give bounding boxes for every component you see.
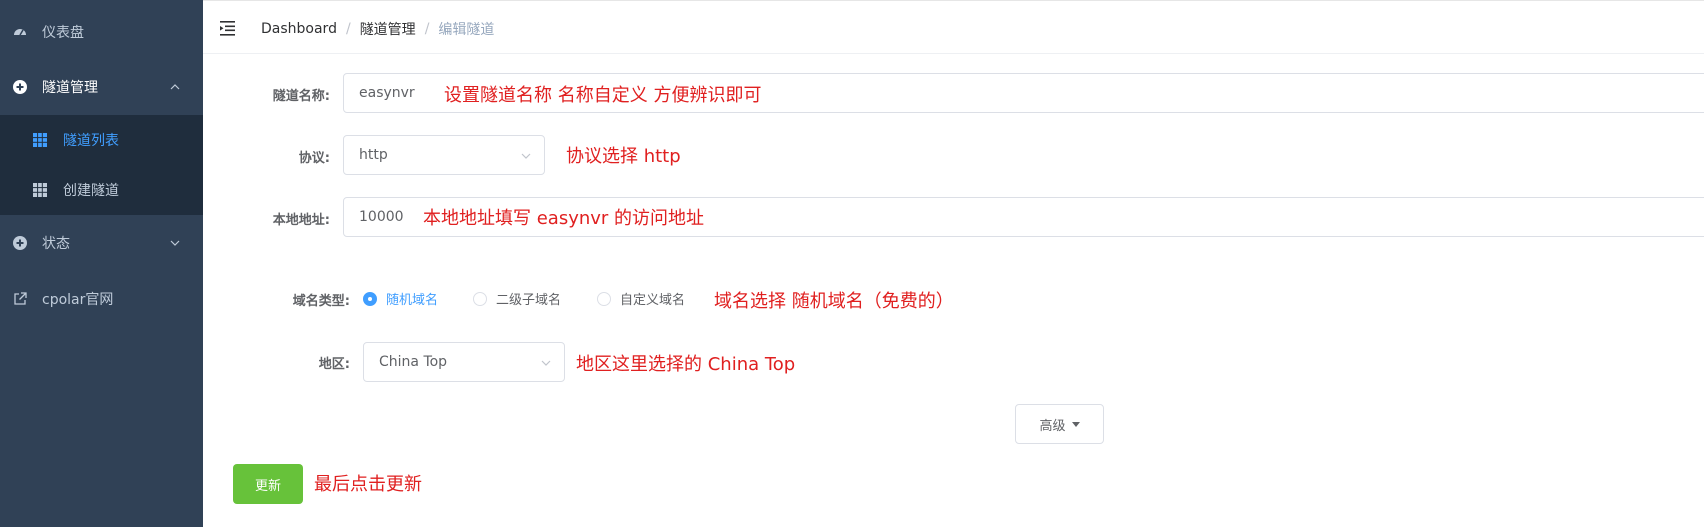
sidebar-item-status[interactable]: 状态 [0, 215, 203, 271]
radio-random-domain[interactable]: 随机域名 [363, 289, 438, 308]
domain-type-label: 域名类型: [292, 294, 350, 309]
sidebar-item-cpolar-website[interactable]: cpolar官网 [0, 271, 203, 327]
radio-label: 二级子域名 [496, 293, 562, 308]
radio-custom-domain[interactable]: 自定义域名 [597, 289, 685, 308]
chevron-down-icon [521, 153, 531, 159]
update-button[interactable]: 更新 [233, 464, 303, 504]
tunnel-submenu: 隧道列表 创建隧道 [0, 115, 203, 215]
local-address-value: 10000 [359, 209, 404, 225]
update-label: 更新 [254, 478, 281, 494]
table-icon [33, 133, 47, 147]
sidebar-item-label: 隧道列表 [63, 133, 119, 149]
dashboard-icon [12, 24, 28, 40]
chevron-down-icon [541, 360, 551, 366]
chevron-down-icon [170, 240, 180, 246]
table-icon [33, 183, 47, 197]
plus-circle-icon [12, 235, 28, 251]
protocol-value: http [359, 147, 388, 163]
sidebar-item-label: cpolar官网 [42, 292, 114, 308]
protocol-label: 协议: [298, 151, 330, 166]
sidebar-item-create-tunnel[interactable]: 创建隧道 [0, 165, 203, 215]
radio-label: 自定义域名 [620, 293, 686, 308]
annotation-submit: 最后点击更新 [314, 474, 422, 495]
caret-down-icon [1071, 421, 1080, 427]
top-navbar: Dashboard / 隧道管理 / 编辑隧道 [203, 0, 1704, 54]
breadcrumb-separator: / [424, 21, 430, 37]
hamburger-icon[interactable] [219, 19, 237, 37]
annotation-local-address: 本地地址填写 easynvr 的访问地址 [423, 208, 705, 229]
radio-label: 随机域名 [386, 293, 439, 308]
tunnel-name-value: easynvr [359, 85, 415, 101]
annotation-tunnel-name: 设置隧道名称 名称自定义 方便辨识即可 [444, 85, 762, 106]
sidebar-item-tunnel-management[interactable]: 隧道管理 [0, 59, 203, 115]
annotation-protocol: 协议选择 http [566, 146, 681, 167]
sidebar-item-tunnel-list[interactable]: 隧道列表 [0, 115, 203, 165]
local-address-label: 本地地址: [272, 213, 330, 228]
annotation-domain-type: 域名选择 随机域名（免费的） [714, 291, 954, 312]
breadcrumb-tunnel-management[interactable]: 隧道管理 [360, 19, 416, 39]
radio-subdomain[interactable]: 二级子域名 [473, 289, 561, 308]
sidebar-item-label: 创建隧道 [63, 183, 119, 199]
sidebar: 仪表盘 隧道管理 隧道列表 创建隧道 状态 cpolar官网 [0, 0, 203, 527]
external-link-icon [12, 291, 28, 307]
region-label: 地区: [318, 357, 350, 372]
advanced-dropdown-button[interactable]: 高级 [1015, 404, 1104, 444]
breadcrumb-separator: / [345, 21, 351, 37]
tunnel-name-label: 隧道名称: [272, 89, 330, 104]
sidebar-item-dashboard[interactable]: 仪表盘 [0, 4, 203, 60]
breadcrumb-dashboard[interactable]: Dashboard [261, 21, 337, 37]
plus-circle-icon [12, 79, 28, 95]
breadcrumb: Dashboard / 隧道管理 / 编辑隧道 [261, 19, 494, 39]
breadcrumb-edit-tunnel: 编辑隧道 [438, 22, 495, 38]
advanced-label: 高级 [1039, 418, 1066, 434]
chevron-up-icon [170, 84, 180, 90]
radio-dot [473, 291, 487, 306]
radio-dot [597, 291, 611, 306]
radio-dot [363, 291, 377, 306]
region-select[interactable]: China Top [363, 342, 565, 382]
annotation-region: 地区这里选择的 China Top [576, 354, 796, 375]
sidebar-item-label: 状态 [42, 236, 70, 252]
sidebar-item-label: 仪表盘 [42, 25, 84, 41]
protocol-select[interactable]: http [343, 135, 545, 175]
sidebar-item-label: 隧道管理 [42, 80, 98, 96]
region-value: China Top [379, 354, 448, 370]
